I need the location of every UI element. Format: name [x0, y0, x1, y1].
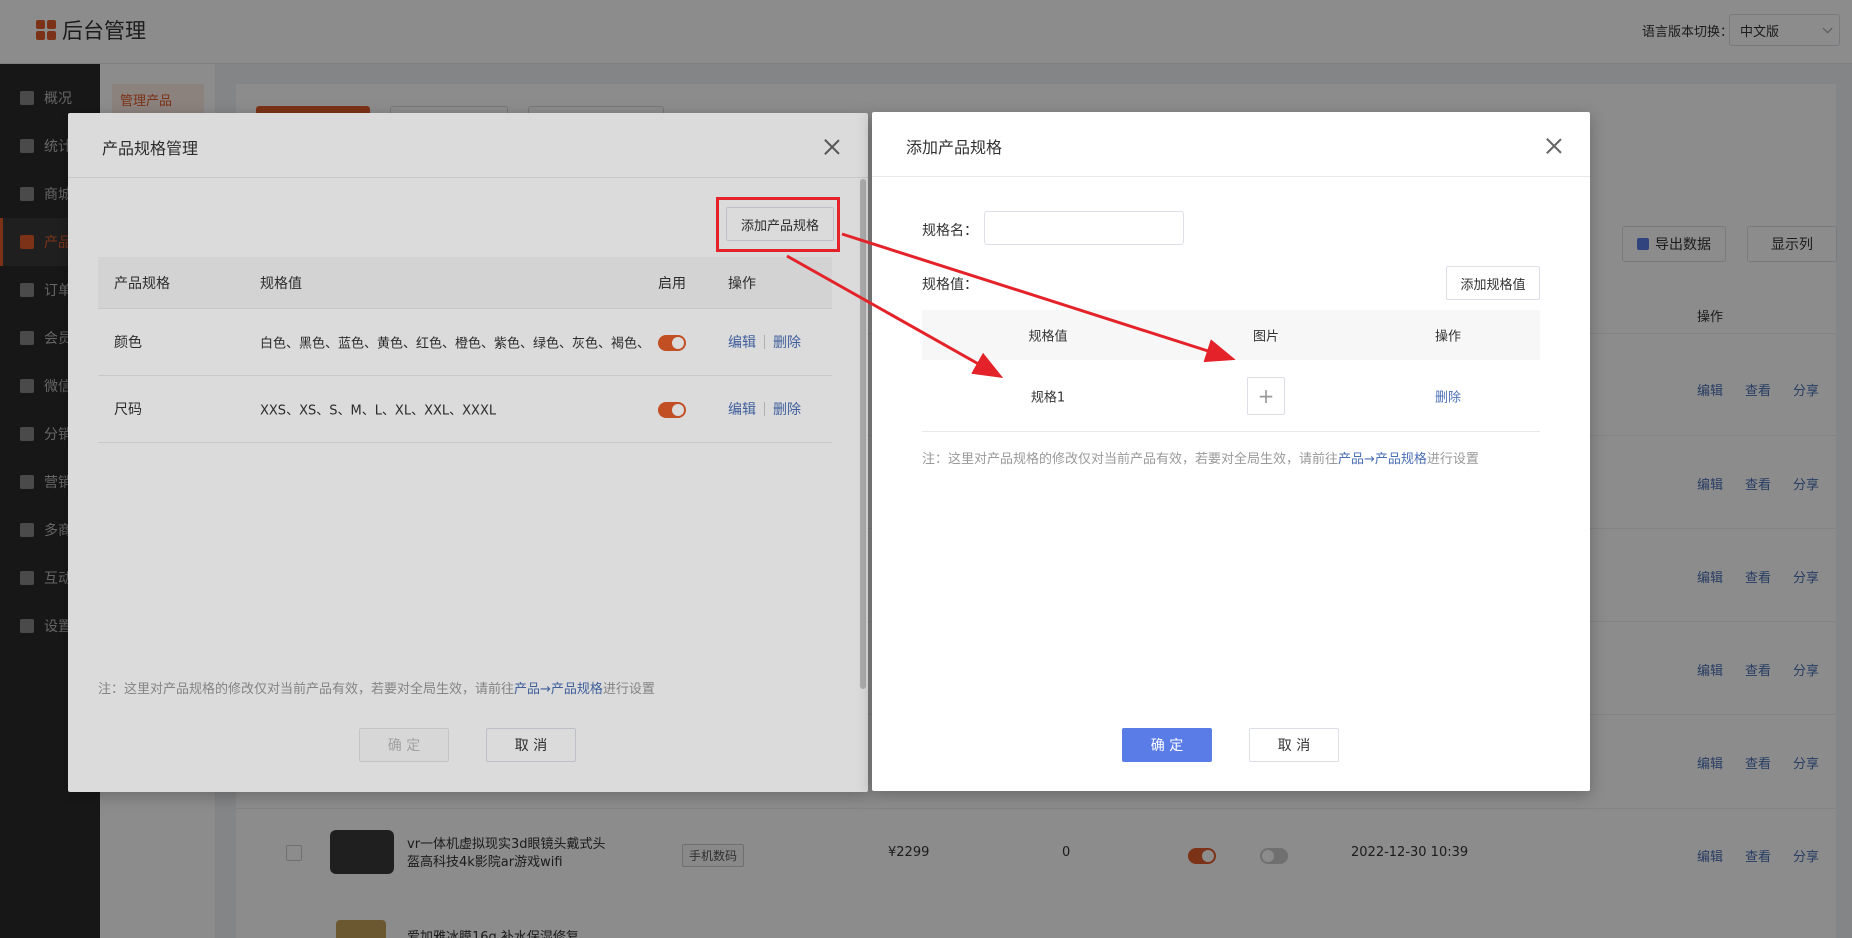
edit-link[interactable]: 编辑 — [728, 332, 756, 352]
row-actions: 编辑 删除 — [728, 399, 801, 419]
add-spec-dialog: 添加产品规格 规格名： 规格值： 添加规格值 规格值 图片 操作 规格1 + 删… — [872, 112, 1590, 791]
spec-name-label: 规格名： — [922, 223, 978, 239]
value-table-header: 规格值 图片 操作 — [922, 310, 1540, 360]
header-ops: 操作 — [1434, 329, 1462, 345]
confirm-button[interactable]: 确 定 — [359, 728, 449, 762]
spec-name: 颜色 — [114, 335, 142, 351]
enable-toggle[interactable] — [658, 335, 686, 351]
header-spec: 产品规格 — [114, 275, 170, 292]
row-actions: 编辑 删除 — [728, 332, 801, 352]
dialog-title: 添加产品规格 — [906, 138, 1003, 157]
image-upload-button[interactable]: + — [1247, 376, 1285, 415]
close-icon[interactable] — [820, 135, 844, 159]
delete-link[interactable]: 删除 — [1435, 386, 1461, 405]
plus-icon: + — [1257, 383, 1275, 408]
add-value-button[interactable]: 添加规格值 — [1446, 266, 1540, 300]
dialog-title: 产品规格管理 — [102, 139, 199, 158]
enable-toggle[interactable] — [658, 402, 686, 418]
spec-values: 白色、黑色、蓝色、黄色、红色、橙色、紫色、绿色、灰色、褐色、 — [260, 336, 651, 352]
edit-link[interactable]: 编辑 — [728, 399, 756, 419]
spec-value-table: 规格值 图片 操作 规格1 + 删除 — [922, 310, 1540, 432]
delete-link[interactable]: 删除 — [773, 399, 801, 419]
highlight-box — [716, 197, 840, 252]
spec-values-label: 规格值： — [922, 277, 978, 293]
header-ops: 操作 — [728, 275, 756, 292]
header-values: 规格值 — [260, 275, 302, 292]
header-enabled: 启用 — [658, 275, 686, 292]
spec-value[interactable]: 规格1 — [1031, 386, 1065, 405]
header-image: 图片 — [1252, 329, 1280, 345]
spec-name: 尺码 — [114, 402, 142, 418]
confirm-button[interactable]: 确 定 — [1122, 728, 1212, 762]
cancel-button[interactable]: 取 消 — [486, 728, 576, 762]
table-row: 颜色 白色、黑色、蓝色、黄色、红色、橙色、紫色、绿色、灰色、褐色、 编辑 删除 — [98, 309, 832, 376]
table-row: 尺码 XXS、XS、S、M、L、XL、XXL、XXXL 编辑 删除 — [98, 376, 832, 443]
spec-name-input[interactable] — [984, 211, 1184, 245]
delete-link[interactable]: 删除 — [773, 332, 801, 352]
spec-values: XXS、XS、S、M、L、XL、XXL、XXXL — [260, 403, 497, 419]
spec-note: 注：这里对产品规格的修改仅对当前产品有效，若要对全局生效，请前往产品→产品规格进… — [98, 682, 655, 697]
table-row: 规格1 + 删除 — [922, 360, 1540, 432]
spec-table: 产品规格 规格值 启用 操作 颜色 白色、黑色、蓝色、黄色、红色、橙色、紫色、绿… — [98, 257, 832, 443]
spec-table-header: 产品规格 规格值 启用 操作 — [98, 257, 832, 309]
dialog-divider — [872, 176, 1590, 177]
dialog-scrollbar[interactable] — [860, 179, 866, 689]
close-icon[interactable] — [1542, 134, 1566, 158]
spec-note: 注：这里对产品规格的修改仅对当前产品有效，若要对全局生效，请前往产品→产品规格进… — [922, 452, 1479, 467]
global-spec-link[interactable]: 产品→产品规格 — [1338, 452, 1427, 467]
cancel-button[interactable]: 取 消 — [1249, 728, 1339, 762]
header-value: 规格值 — [1028, 329, 1068, 345]
global-spec-link[interactable]: 产品→产品规格 — [514, 682, 603, 697]
dialog-divider — [68, 177, 868, 178]
